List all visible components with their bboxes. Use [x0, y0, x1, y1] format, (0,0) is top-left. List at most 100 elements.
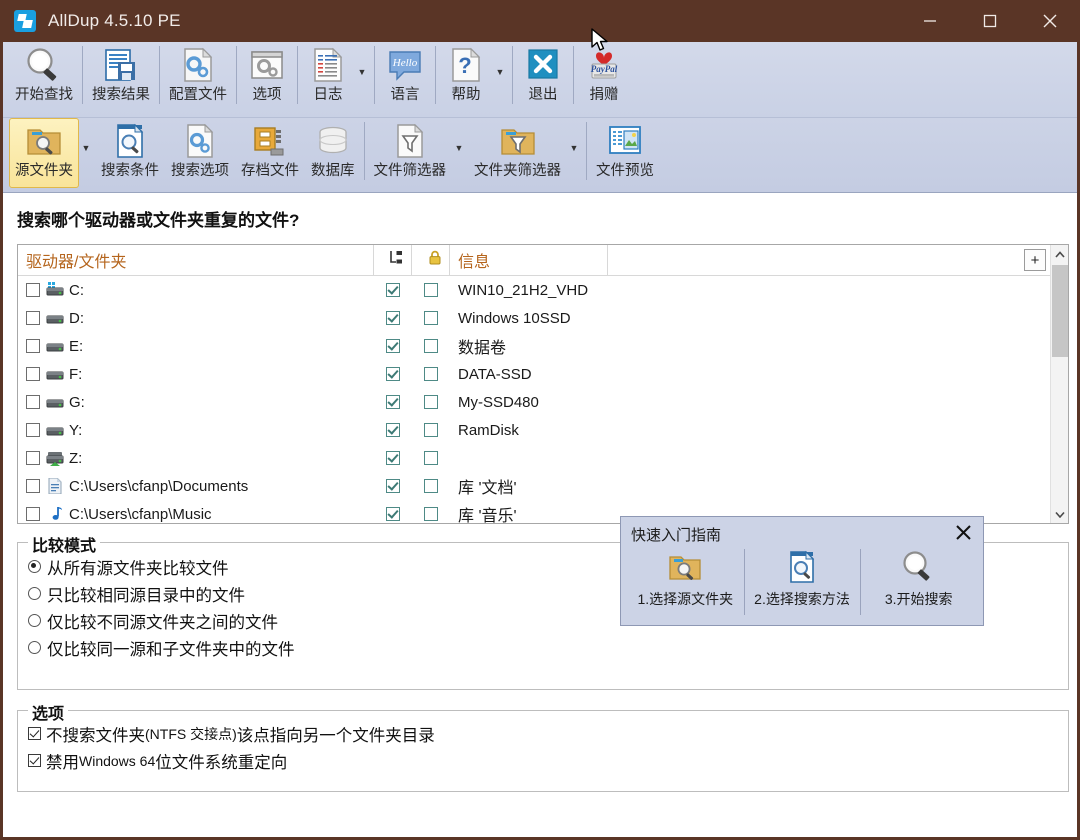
row-select-checkbox[interactable]	[26, 283, 40, 297]
row-select-checkbox[interactable]	[26, 451, 40, 465]
row-recursive-checkbox[interactable]	[386, 423, 400, 437]
row-lock-checkbox[interactable]	[424, 507, 438, 521]
toolbar-button-exit[interactable]: 退出	[516, 42, 570, 112]
option-checkbox[interactable]	[28, 727, 41, 740]
table-row[interactable]: E: 数据卷	[18, 332, 1068, 360]
toolbar-button-folder-filter[interactable]: 文件夹筛选器	[468, 118, 567, 188]
svg-text:Hello: Hello	[392, 57, 418, 69]
row-recursive-checkbox[interactable]	[386, 451, 400, 465]
toolbar-button-start-search[interactable]: 开始查找	[9, 42, 79, 112]
toolbar-button-file-filter[interactable]: 文件筛选器	[368, 118, 453, 188]
row-lock-checkbox[interactable]	[424, 311, 438, 325]
source-folder-list[interactable]: 驱动器/文件夹 信息 C: WIN10_21H2_VHD D: Windows …	[17, 244, 1069, 524]
row-recursive-checkbox[interactable]	[386, 311, 400, 325]
column-header-path[interactable]: 驱动器/文件夹	[18, 245, 374, 275]
chevron-down-icon[interactable]	[452, 144, 466, 153]
scrollbar-thumb[interactable]	[1052, 265, 1068, 357]
row-select-checkbox[interactable]	[26, 311, 40, 325]
option-checkbox-row[interactable]: 禁用 Windows 64 位文件系统重定向	[28, 747, 1068, 774]
table-row[interactable]: C:\Users\cfanp\Documents 库 '文档'	[18, 472, 1068, 500]
toolbar-button-file-preview[interactable]: 文件预览	[590, 118, 660, 188]
popup-step-3[interactable]: 3.开始搜索	[860, 547, 977, 619]
toolbar-label: 选项	[252, 87, 282, 103]
toolbar-button-options[interactable]: 选项	[240, 42, 294, 112]
minimize-button[interactable]	[900, 0, 960, 42]
row-recursive-checkbox[interactable]	[386, 283, 400, 297]
table-row[interactable]: G: My-SSD480	[18, 388, 1068, 416]
row-recursive-cell	[374, 451, 412, 465]
help-question-icon: ?	[445, 46, 487, 86]
add-folder-button[interactable]: +	[1024, 249, 1046, 271]
row-lock-cell	[412, 479, 450, 493]
toolbar-button-help[interactable]: ? 帮助	[439, 42, 493, 112]
toolbar-label: 搜索结果	[92, 87, 150, 103]
close-button[interactable]	[1020, 0, 1077, 42]
column-header-recursive[interactable]	[374, 245, 412, 275]
row-recursive-checkbox[interactable]	[386, 367, 400, 381]
row-path-cell: Y:	[18, 422, 374, 439]
row-lock-checkbox[interactable]	[424, 339, 438, 353]
radio-button[interactable]	[28, 614, 41, 627]
toolbar-button-config-file[interactable]: 配置文件	[163, 42, 233, 112]
quick-start-popup: 快速入门指南 1.选择源文件夹 2.选择搜索方法 3.开始搜索	[620, 516, 984, 626]
row-recursive-checkbox[interactable]	[386, 339, 400, 353]
chevron-down-icon[interactable]	[79, 144, 93, 153]
popup-step-1[interactable]: 1.选择源文件夹	[627, 547, 744, 619]
toolbar-label: 文件夹筛选器	[474, 163, 561, 179]
radio-button[interactable]	[28, 560, 41, 573]
table-row[interactable]: Z:	[18, 444, 1068, 472]
toolbar-button-donate[interactable]: PayPal 捐赠	[577, 42, 631, 112]
vertical-scrollbar[interactable]	[1050, 245, 1068, 523]
row-lock-checkbox[interactable]	[424, 451, 438, 465]
row-recursive-checkbox[interactable]	[386, 395, 400, 409]
row-select-checkbox[interactable]	[26, 423, 40, 437]
database-icon	[312, 122, 354, 162]
row-lock-checkbox[interactable]	[424, 367, 438, 381]
row-select-checkbox[interactable]	[26, 367, 40, 381]
toolbar-label: 文件预览	[596, 163, 654, 179]
row-select-checkbox[interactable]	[26, 507, 40, 521]
table-row[interactable]: Y: RamDisk	[18, 416, 1068, 444]
row-select-checkbox[interactable]	[26, 479, 40, 493]
toolbar-button-database[interactable]: 数据库	[305, 118, 361, 188]
row-info-label: RamDisk	[458, 421, 519, 439]
toolbar-label: 配置文件	[169, 87, 227, 103]
toolbar-button-search-criteria[interactable]: 搜索条件	[95, 118, 165, 188]
toolbar-button-search-results[interactable]: 搜索结果	[86, 42, 156, 112]
option-checkbox-row[interactable]: 不搜索文件夹 (NTFS 交接点) 该点指向另一个文件夹目录	[28, 720, 1068, 747]
row-select-checkbox[interactable]	[26, 395, 40, 409]
system-drive-icon	[46, 282, 64, 298]
toolbar-button-source-folder[interactable]: 源文件夹	[9, 118, 79, 188]
scroll-up-arrow[interactable]	[1051, 245, 1068, 263]
radio-button[interactable]	[28, 587, 41, 600]
popup-close-button[interactable]	[953, 522, 973, 542]
table-row[interactable]: C: WIN10_21H2_VHD	[18, 276, 1068, 304]
chevron-down-icon[interactable]	[567, 144, 581, 153]
option-checkbox[interactable]	[28, 754, 41, 767]
row-select-checkbox[interactable]	[26, 339, 40, 353]
table-row[interactable]: F: DATA-SSD	[18, 360, 1068, 388]
chevron-down-icon[interactable]	[355, 68, 369, 77]
toolbar-button-log[interactable]: 日志	[301, 42, 355, 112]
radio-button[interactable]	[28, 641, 41, 654]
row-lock-checkbox[interactable]	[424, 395, 438, 409]
maximize-button[interactable]	[960, 0, 1020, 42]
toolbar-button-search-options[interactable]: 搜索选项	[165, 118, 235, 188]
option-label-part-a: 不搜索文件夹	[46, 726, 145, 745]
toolbar-separator	[512, 46, 513, 104]
row-lock-checkbox[interactable]	[424, 479, 438, 493]
scroll-down-arrow[interactable]	[1051, 505, 1068, 523]
popup-step-2[interactable]: 2.选择搜索方法	[743, 547, 861, 619]
row-recursive-checkbox[interactable]	[386, 479, 400, 493]
table-row[interactable]: D: Windows 10SSD	[18, 304, 1068, 332]
row-lock-checkbox[interactable]	[424, 283, 438, 297]
column-header-info[interactable]: 信息	[450, 245, 608, 275]
column-header-lock[interactable]	[412, 245, 450, 275]
toolbar-button-archive[interactable]: 存档文件	[235, 118, 305, 188]
chevron-down-icon[interactable]	[493, 68, 507, 77]
compare-mode-option[interactable]: 仅比较同一源和子文件夹中的文件	[28, 634, 1068, 661]
toolbar-button-language[interactable]: Hello 语言	[378, 42, 432, 112]
row-lock-checkbox[interactable]	[424, 423, 438, 437]
row-recursive-checkbox[interactable]	[386, 507, 400, 521]
folder-filter-icon	[497, 122, 539, 162]
